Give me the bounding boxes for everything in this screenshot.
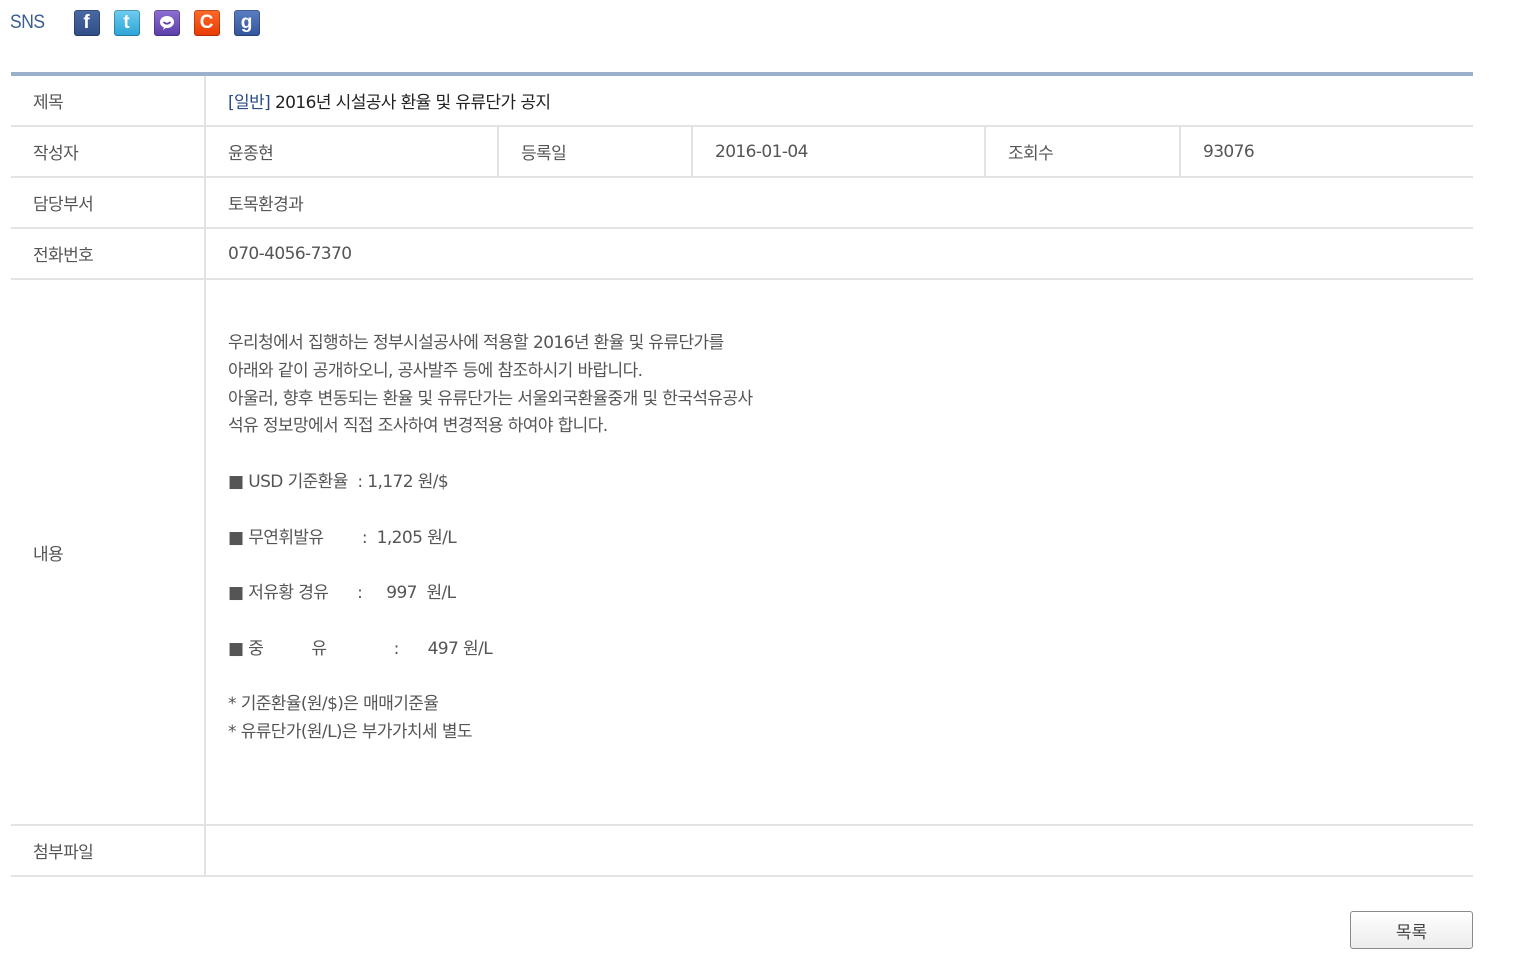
attachment-value bbox=[205, 825, 1474, 877]
post-title: [일반] 2016년 시설공사 환율 및 유류단가 공지 bbox=[205, 74, 1474, 127]
phone-label: 전화번호 bbox=[11, 228, 206, 280]
attachment-label: 첨부파일 bbox=[11, 825, 206, 877]
google-icon[interactable]: g bbox=[233, 10, 260, 36]
content-line bbox=[228, 441, 1473, 469]
content-line: 우리청에서 집행하는 정부시설공사에 적용할 2016년 환율 및 유류단가를 bbox=[228, 333, 724, 353]
content-line: ■ USD 기준환율 : 1,172 원/$ bbox=[228, 471, 449, 492]
facebook-icon[interactable]: f bbox=[73, 10, 100, 36]
date-value: 2016-01-04 bbox=[691, 126, 985, 178]
content-line: ■ 중 유 : 497 원/L bbox=[228, 638, 493, 659]
title-label: 제목 bbox=[11, 74, 206, 127]
author-value: 윤종현 bbox=[205, 126, 498, 178]
content-row: 내용 우리청에서 집행하는 정부시설공사에 적용할 2016년 환율 및 유류단… bbox=[11, 279, 1474, 826]
content-line: * 유류단가(원/L)은 부가가치세 별도 bbox=[228, 722, 473, 743]
attachment-row: 첨부파일 bbox=[11, 825, 1474, 877]
author-label: 작성자 bbox=[11, 126, 206, 178]
content-label: 내용 bbox=[11, 279, 206, 826]
post-category: [일반] bbox=[228, 93, 271, 113]
post-title-text: 2016년 시설공사 환율 및 유류단가 공지 bbox=[274, 93, 551, 113]
list-button[interactable]: 목록 bbox=[1350, 911, 1473, 949]
cyworld-icon[interactable]: C bbox=[193, 10, 220, 36]
sns-label: SNS bbox=[10, 12, 45, 33]
content-line bbox=[228, 664, 1473, 692]
me2day-icon[interactable] bbox=[153, 10, 180, 36]
content-line: ■ 저유황 경유 : 997 원/L bbox=[228, 583, 456, 604]
views-value: 93076 bbox=[1178, 126, 1474, 178]
content-line bbox=[228, 497, 1473, 525]
meta-row: 작성자 윤종현 등록일 2016-01-04 조회수 93076 bbox=[11, 126, 1474, 178]
twitter-icon[interactable]: t bbox=[113, 10, 140, 36]
sns-bar: SNS f t C g bbox=[10, 8, 274, 38]
content-line: 아울러, 향후 변동되는 환율 및 유류단가는 서울외국환율중개 및 한국석유공… bbox=[228, 388, 753, 409]
date-label: 등록일 bbox=[497, 126, 692, 178]
content-line: 석유 정보망에서 직접 조사하여 변경적용 하여야 합니다. bbox=[228, 416, 608, 437]
post-view-table: 제목 [일반] 2016년 시설공사 환율 및 유류단가 공지 작성자 윤종현 … bbox=[11, 72, 1474, 877]
phone-value: 070-4056-7370 bbox=[205, 228, 1474, 280]
dept-label: 담당부서 bbox=[11, 177, 206, 229]
content-line: 아래와 같이 공개하오니, 공사발주 등에 참조하시기 바랍니다. bbox=[228, 360, 643, 381]
views-label: 조회수 bbox=[984, 126, 1180, 178]
phone-row: 전화번호 070-4056-7370 bbox=[11, 228, 1474, 280]
post-content-body: 우리청에서 집행하는 정부시설공사에 적용할 2016년 환율 및 유류단가를아… bbox=[228, 330, 1473, 747]
dept-row: 담당부서 토목환경과 bbox=[11, 177, 1474, 229]
content-line bbox=[228, 608, 1473, 636]
title-row: 제목 [일반] 2016년 시설공사 환율 및 유류단가 공지 bbox=[11, 74, 1474, 127]
post-content: 우리청에서 집행하는 정부시설공사에 적용할 2016년 환율 및 유류단가를아… bbox=[205, 279, 1474, 826]
content-line bbox=[228, 552, 1473, 580]
dept-value: 토목환경과 bbox=[205, 177, 1474, 229]
content-line: ■ 무연휘발유 : 1,205 원/L bbox=[228, 527, 457, 548]
content-line: * 기준환율(원/$)은 매매기준율 bbox=[228, 694, 439, 715]
